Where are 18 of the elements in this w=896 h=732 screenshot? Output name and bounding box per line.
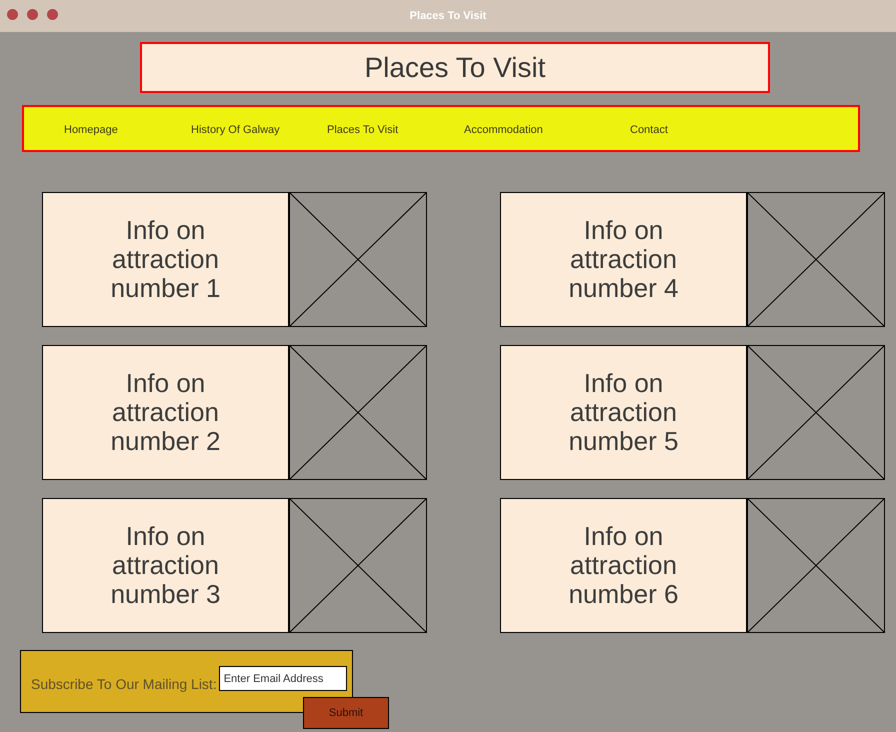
info-text: Info on attraction number 5: [568, 369, 680, 456]
info-text: Info on attraction number 2: [110, 369, 222, 456]
window-control-icon[interactable]: [47, 9, 58, 20]
info-text: Info on attraction number 6: [568, 522, 680, 609]
nav-link[interactable]: Places To Visit: [327, 124, 398, 136]
page-title: Places To Visit: [364, 50, 546, 84]
email-field[interactable]: Enter Email Address: [218, 666, 347, 691]
window-title: Places To Visit: [410, 8, 486, 24]
info-text: Info on attraction number 3: [110, 522, 222, 609]
nav-link[interactable]: History Of Galway: [191, 124, 280, 136]
window-control-icon[interactable]: [7, 9, 18, 20]
info-text: Info on attraction number 1: [110, 216, 222, 303]
nav-link[interactable]: Homepage: [64, 124, 118, 136]
subscribe-label: Subscribe To Our Mailing List:: [31, 675, 217, 694]
nav-link[interactable]: Contact: [630, 124, 668, 136]
window-control-icon[interactable]: [27, 9, 38, 20]
info-text: Info on attraction number 4: [568, 216, 680, 303]
nav-link[interactable]: Accommodation: [464, 124, 543, 136]
